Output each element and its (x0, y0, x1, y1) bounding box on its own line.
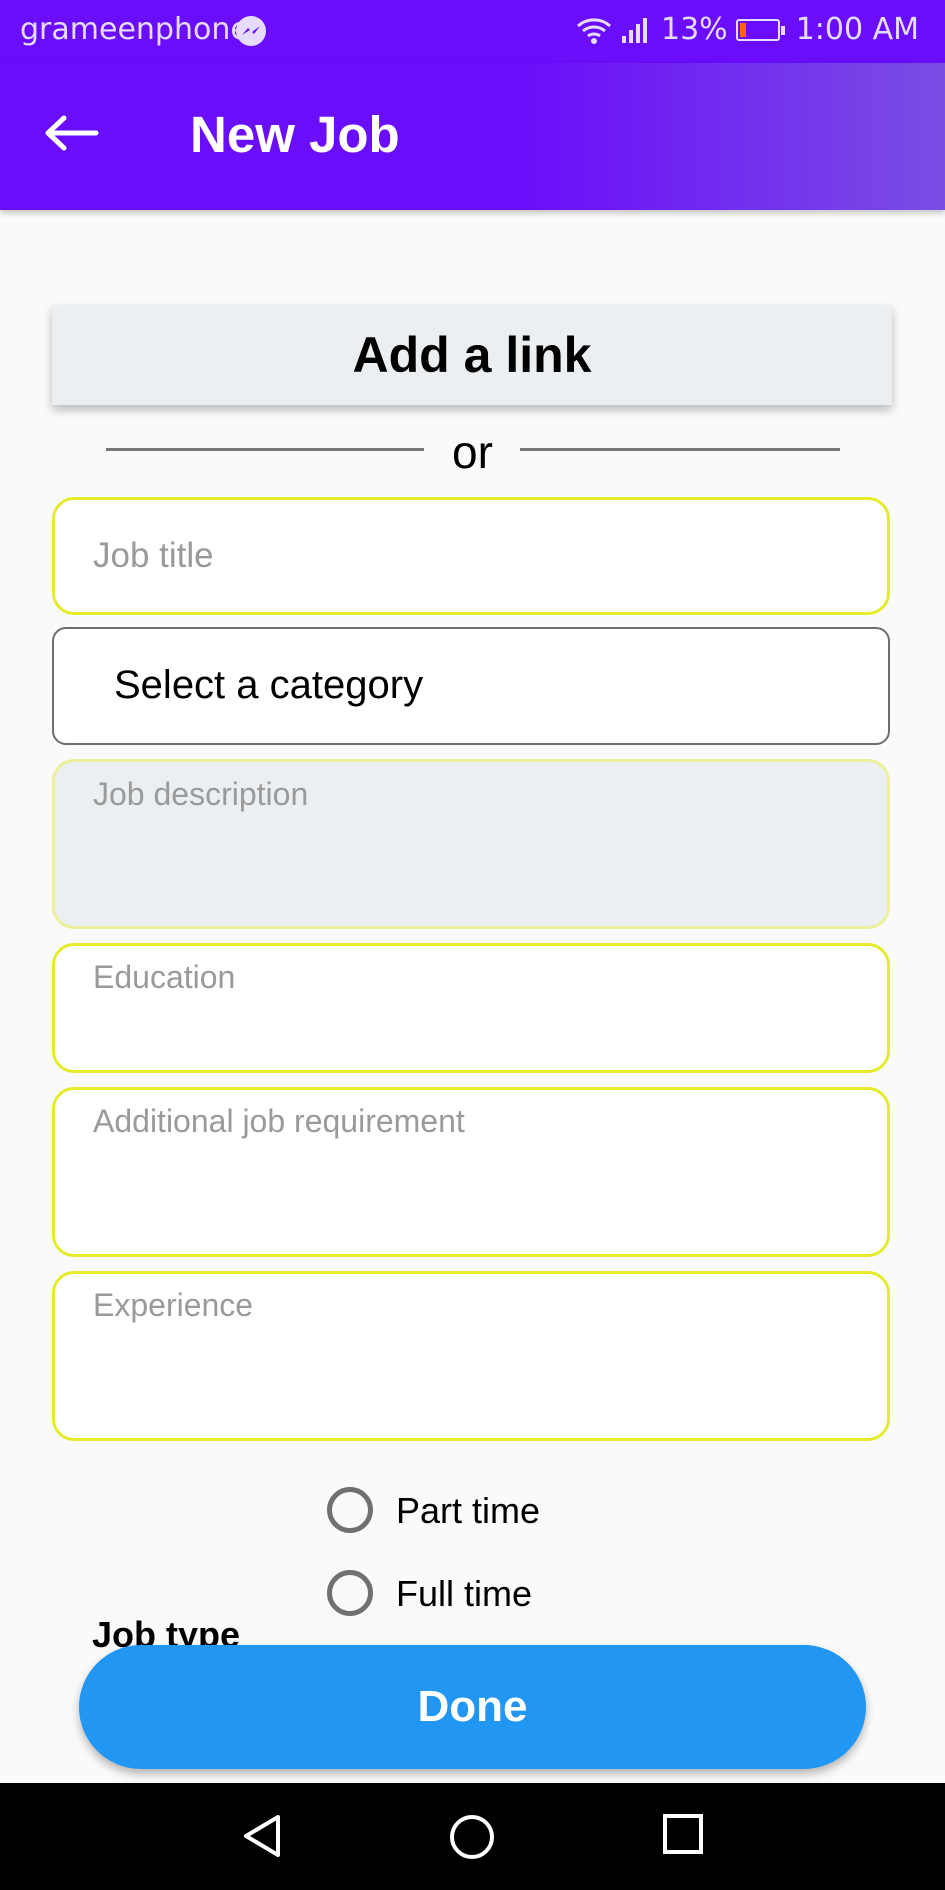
job-description-placeholder: Job description (93, 776, 309, 812)
signal-icon (622, 17, 647, 43)
education-field[interactable]: Education (52, 943, 890, 1073)
part-time-label[interactable]: Part time (396, 1490, 540, 1532)
battery-percent: 13% (661, 12, 728, 47)
navigation-bar (0, 1783, 945, 1890)
full-time-label[interactable]: Full time (396, 1573, 532, 1615)
battery-icon (735, 18, 785, 41)
clock: 1:00 AM (795, 12, 919, 47)
category-select[interactable]: Select a category (52, 627, 890, 745)
additional-requirement-field[interactable]: Additional job requirement (52, 1087, 890, 1257)
experience-field[interactable]: Experience (52, 1271, 890, 1441)
app-bar: New Job (0, 63, 945, 210)
additional-requirement-placeholder: Additional job requirement (93, 1103, 465, 1139)
recents-square-icon[interactable] (662, 1813, 704, 1855)
home-circle-icon[interactable] (448, 1813, 496, 1861)
experience-placeholder: Experience (93, 1287, 254, 1323)
back-triangle-icon[interactable] (240, 1813, 286, 1859)
arrow-left-icon[interactable] (44, 113, 100, 153)
status-icons: 13% 1:00 AM (575, 12, 919, 47)
job-title-field[interactable]: Job title (52, 497, 890, 615)
messenger-icon (236, 16, 266, 46)
category-select-value: Select a category (114, 663, 424, 707)
carrier-name: grameenphone (20, 12, 249, 47)
status-bar: grameenphone 13% 1:00 AM (0, 0, 945, 63)
education-placeholder: Education (93, 959, 236, 995)
divider-or-text: or (452, 426, 493, 478)
job-description-field[interactable]: Job description (52, 759, 890, 929)
add-link-button[interactable]: Add a link (52, 305, 892, 405)
full-time-radio[interactable] (327, 1570, 373, 1616)
wifi-icon (577, 17, 611, 44)
page-title: New Job (190, 106, 400, 163)
divider-line-right (520, 448, 840, 451)
job-title-placeholder: Job title (93, 536, 214, 575)
done-button[interactable]: Done (79, 1645, 866, 1769)
part-time-radio[interactable] (327, 1487, 373, 1533)
